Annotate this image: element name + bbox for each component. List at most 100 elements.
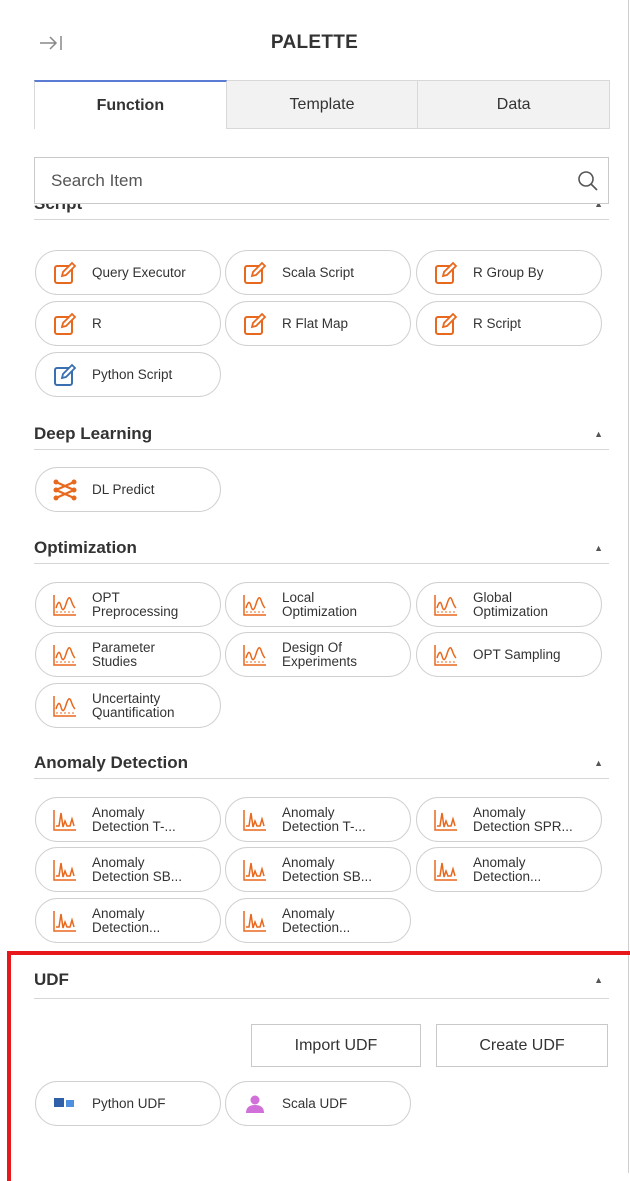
import-udf-button[interactable]: Import UDF (251, 1024, 421, 1067)
item-label-line2: Detection... (92, 919, 161, 935)
item-label-line2: Quantification (92, 704, 175, 720)
collapse-caret-icon[interactable]: ▲ (594, 429, 603, 439)
item-label: R (92, 315, 102, 331)
anomaly-chart-icon (52, 807, 78, 833)
palette-item-anomaly-detection[interactable]: Anomaly Detection... (35, 898, 221, 943)
palette-item-query-executor[interactable]: Query Executor (35, 250, 221, 295)
item-label: R Flat Map (282, 315, 349, 331)
item-label-line2: Preprocessing (92, 603, 179, 619)
optimization-chart-icon (433, 642, 459, 668)
item-label-line2: Experiments (282, 653, 358, 669)
script-edit-icon (52, 311, 78, 337)
item-label: R Group By (473, 264, 544, 280)
palette-item-anomaly-detection[interactable]: Anomaly Detection SPR... (416, 797, 602, 842)
optimization-chart-icon (433, 592, 459, 618)
palette-item-python-udf[interactable]: Python UDF (35, 1081, 221, 1126)
palette-item-scala-udf[interactable]: Scala UDF (225, 1081, 411, 1126)
item-label: DL Predict (92, 481, 155, 497)
tab-template[interactable]: Template (226, 80, 419, 129)
palette-item-python-script[interactable]: Python Script (35, 352, 221, 397)
anomaly-chart-icon (52, 857, 78, 883)
item-label-line2: Detection T-... (92, 818, 176, 834)
item-label-line1: Uncertainty (92, 690, 161, 706)
tab-data[interactable]: Data (418, 80, 611, 129)
item-label-line1: Anomaly (92, 854, 145, 870)
create-udf-button[interactable]: Create UDF (436, 1024, 608, 1067)
item-label: R Script (473, 315, 522, 331)
item-label: Query Executor (92, 264, 186, 280)
collapse-caret-icon[interactable]: ▲ (594, 975, 603, 985)
palette-header: PALETTE (0, 0, 629, 80)
item-label-line2: Studies (92, 653, 138, 669)
palette-item-global-optimization[interactable]: Global Optimization (416, 582, 602, 627)
palette-item-anomaly-detection[interactable]: Anomaly Detection... (225, 898, 411, 943)
anomaly-chart-icon (242, 857, 268, 883)
section-title: Script (34, 204, 82, 214)
section-deep-learning: Deep Learning ▲ (34, 418, 609, 450)
item-label-line1: OPT (92, 589, 120, 605)
section-udf: UDF ▲ (34, 961, 609, 999)
collapse-caret-icon[interactable]: ▲ (594, 758, 603, 768)
item-label: Python Script (92, 366, 173, 382)
script-edit-icon (433, 260, 459, 286)
anomaly-chart-icon (433, 807, 459, 833)
palette-item-r-script[interactable]: R Script (416, 301, 602, 346)
item-label-line1: Local (282, 589, 315, 605)
item-label-line2: Detection T-... (282, 818, 366, 834)
section-title: Optimization (34, 537, 137, 557)
item-label-line1: Anomaly (473, 804, 526, 820)
item-label-line1: Anomaly (282, 804, 335, 820)
script-edit-icon (433, 311, 459, 337)
item-label-line2: Detection SB... (282, 868, 373, 884)
item-label: Scala Script (282, 264, 355, 280)
collapse-caret-icon[interactable]: ▲ (594, 543, 603, 553)
anomaly-chart-icon (433, 857, 459, 883)
python-edit-icon (52, 362, 78, 388)
tab-function[interactable]: Function (34, 80, 227, 129)
palette-item-local-optimization[interactable]: Local Optimization (225, 582, 411, 627)
search-box (34, 157, 609, 204)
palette-item-opt-sampling[interactable]: OPT Sampling (416, 632, 602, 677)
optimization-chart-icon (52, 642, 78, 668)
item-label-line1: Anomaly (473, 854, 526, 870)
item-label-line2: Detection SPR... (473, 818, 573, 834)
palette-item-r-group-by[interactable]: R Group By (416, 250, 602, 295)
python-udf-icon (52, 1091, 78, 1117)
search-input[interactable] (35, 158, 568, 203)
anomaly-chart-icon (242, 908, 268, 934)
item-label-line2: Detection SB... (92, 868, 183, 884)
section-anomaly-detection: Anomaly Detection ▲ (34, 747, 609, 779)
palette-item-parameter-studies[interactable]: Parameter Studies (35, 632, 221, 677)
palette-panel: PALETTE Function Template Data Script ▲ … (0, 0, 630, 1181)
item-label-line2: Optimization (473, 603, 549, 619)
palette-item-anomaly-detection[interactable]: Anomaly Detection... (416, 847, 602, 892)
optimization-chart-icon (242, 642, 268, 668)
script-edit-icon (242, 311, 268, 337)
user-icon (242, 1091, 268, 1117)
palette-item-anomaly-detection[interactable]: Anomaly Detection SB... (225, 847, 411, 892)
neural-network-icon (52, 477, 78, 503)
palette-item-dl-predict[interactable]: DL Predict (35, 467, 221, 512)
item-label-line1: Global (473, 589, 513, 605)
palette-item-design-of-experiments[interactable]: Design Of Experiments (225, 632, 411, 677)
palette-item-uncertainty-quantification[interactable]: Uncertainty Quantification (35, 683, 221, 728)
item-label-line1: Anomaly (282, 854, 335, 870)
palette-item-opt-preprocessing[interactable]: OPT Preprocessing (35, 582, 221, 627)
item-label: Scala UDF (282, 1095, 348, 1111)
item-label-line1: Anomaly (282, 905, 335, 921)
anomaly-chart-icon (52, 908, 78, 934)
script-edit-icon (52, 260, 78, 286)
palette-item-scala-script[interactable]: Scala Script (225, 250, 411, 295)
page-title: PALETTE (270, 32, 359, 53)
item-label-line1: Parameter (92, 639, 156, 655)
palette-item-anomaly-detection[interactable]: Anomaly Detection SB... (35, 847, 221, 892)
section-script: Script ▲ (34, 204, 609, 220)
palette-item-r-flat-map[interactable]: R Flat Map (225, 301, 411, 346)
search-icon[interactable] (568, 161, 608, 201)
section-title: Deep Learning (34, 423, 153, 443)
collapse-caret-icon[interactable]: ▲ (594, 204, 603, 209)
item-label-line2: Optimization (282, 603, 358, 619)
palette-item-anomaly-detection[interactable]: Anomaly Detection T-... (35, 797, 221, 842)
palette-item-anomaly-detection[interactable]: Anomaly Detection T-... (225, 797, 411, 842)
palette-item-r[interactable]: R (35, 301, 221, 346)
